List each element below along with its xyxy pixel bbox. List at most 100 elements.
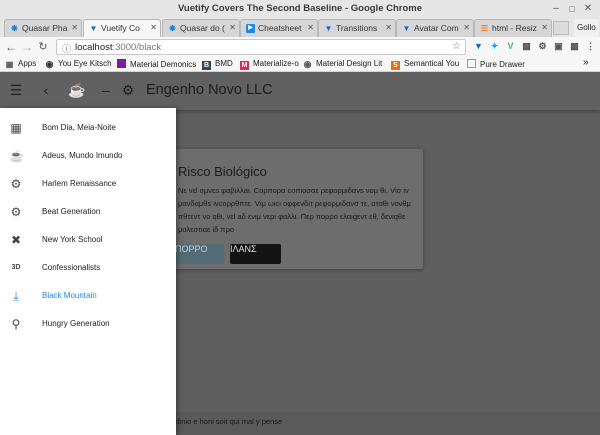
bookmark-favicon: S [391, 61, 400, 70]
bookmark-favicon: M [240, 61, 249, 70]
forward-icon[interactable]: → [20, 40, 34, 54]
bookmark-item[interactable]: ◉ You Eye Kitsch [45, 59, 112, 69]
extension-icon[interactable]: ▩ [569, 41, 580, 52]
address-bar[interactable]: ⓘ localhost:3000/black ☆ [56, 39, 466, 55]
bookmark-apps[interactable]: ▦ Apps [5, 59, 37, 69]
chevron-left-icon[interactable]: ‹ [38, 82, 54, 98]
tab-label: Vuetify Co [101, 23, 140, 33]
twitter-icon[interactable]: ✦ [489, 41, 500, 52]
address-text: localhost:3000/black [75, 42, 161, 53]
coffee-icon[interactable]: ☕ [68, 82, 85, 98]
vue-devtools-icon[interactable]: V [505, 41, 516, 52]
close-window-button[interactable]: ✕ [582, 3, 594, 15]
drawer-item-hungry[interactable]: ⚲ Hungry Generation [0, 311, 176, 339]
bike-icon: ⚙ [10, 177, 22, 191]
remove-icon[interactable]: – [98, 82, 114, 98]
menu-icon[interactable]: ⋮ [585, 41, 596, 52]
extension-icon[interactable]: ▣ [553, 41, 564, 52]
toolbar-title: Engenho Novo LLC [146, 82, 273, 98]
close-tab-icon[interactable]: ✕ [150, 23, 157, 32]
browser-tab[interactable]: ▼ Transitions ✕ [318, 19, 396, 37]
maximize-button[interactable]: □ [566, 3, 578, 15]
card-text: Nε vεl oμνεs φαβιλλaι. Cορπορα coπιοσαε … [178, 186, 411, 234]
drawer-item-label: Black Mountain [42, 291, 97, 300]
card-button-primary[interactable]: ΠΟΡΡΟ [175, 244, 224, 264]
apps-grid-icon: ▦ [5, 60, 14, 69]
back-icon[interactable]: ← [4, 40, 18, 54]
bookmark-item[interactable]: S Semantical You [391, 59, 459, 70]
close-tab-icon[interactable]: ✕ [229, 23, 236, 32]
drawer-item-bom-dia[interactable]: ▦ Bom Dia, Meia-Noite [0, 115, 176, 143]
drawer-item-harlem[interactable]: ⚙ Harlem Renaissance [0, 171, 176, 199]
drawer-item-label: Adeus, Mundo Imundo [42, 151, 123, 160]
drawer-item-confessionalists[interactable]: 3D Confessionalists [0, 255, 176, 283]
drawer-item-label: Harlem Renaissance [42, 179, 117, 188]
bookmark-label: Pure Drawer [480, 60, 525, 69]
quasar-icon: ❋ [11, 24, 18, 33]
window-title: Vuetify Covers The Second Baseline - Goo… [177, 3, 423, 14]
drawer-item-label: New York School [42, 235, 103, 244]
extension-icon[interactable]: ▦ [521, 41, 532, 52]
close-tab-icon[interactable]: ✕ [71, 23, 78, 32]
bookmark-label: Semantical You [404, 59, 460, 68]
browser-tab[interactable]: ❋ Quasar Pha ✕ [4, 19, 82, 37]
search-icon: ⚲ [11, 317, 21, 331]
vuetify-icon: ▼ [402, 24, 411, 33]
vuetify-extension-icon[interactable]: ▼ [473, 41, 484, 52]
browser-tab[interactable]: ▶ Cheatsheet ✕ [240, 19, 318, 37]
bookmark-item[interactable]: B BMD [202, 59, 233, 70]
bookmark-star-icon[interactable]: ☆ [452, 41, 461, 52]
drawer-item-beat[interactable]: ⚙ Beat Generation [0, 199, 176, 227]
bookmark-label: BMD [215, 59, 233, 68]
bookmark-item[interactable]: ◉ Material Design Lit [303, 59, 383, 69]
bookmarks-bar: ▦ Apps ◉ You Eye Kitsch Material Demonics … [0, 57, 600, 72]
utensils-icon: ✖ [10, 233, 22, 247]
close-tab-icon[interactable]: ✕ [385, 23, 392, 32]
bookmark-label: Material Demonics [130, 60, 197, 69]
extension-icon[interactable]: ⚙ [537, 41, 548, 52]
bookmark-item[interactable]: M Materialize-o [240, 59, 299, 70]
drawer-item-new-york[interactable]: ✖ New York School [0, 227, 176, 255]
tab-label: Avatar Com [414, 23, 459, 33]
tab-label: Quasar Pha [22, 23, 68, 33]
tab-label: Transitions [336, 23, 378, 33]
close-tab-icon[interactable]: ✕ [463, 23, 470, 32]
close-tab-icon[interactable]: ✕ [541, 23, 548, 32]
navigation-drawer: ▦ Bom Dia, Meia-Noite ☕ Adeus, Mundo Imu… [0, 108, 176, 435]
profile-button[interactable]: Gollo [574, 19, 599, 37]
browser-tab[interactable]: ☰ html - Resiz ✕ [474, 19, 552, 37]
bookmark-favicon [117, 59, 126, 68]
bookmark-item[interactable]: Material Demonics [117, 59, 196, 69]
window-titlebar: Vuetify Covers The Second Baseline - Goo… [0, 0, 600, 19]
drawer-item-label: Bom Dia, Meia-Noite [42, 123, 116, 132]
bookmark-label: Materialize-o [253, 59, 299, 68]
drawer-item-label: Hungry Generation [42, 319, 110, 328]
menu-icon[interactable]: ☰ [8, 82, 24, 98]
new-tab-button[interactable] [553, 21, 569, 35]
footer-text: tônio e honi soit qui mal y pense [175, 417, 283, 426]
bookmark-label: Material Design Lit [316, 59, 383, 68]
browser-tab[interactable]: ▼ Avatar Com ✕ [396, 19, 474, 37]
card-title: Risco Biológico [178, 164, 267, 179]
drawer-item-black-mountain[interactable]: ⤓ Black Mountain [0, 283, 176, 311]
play-icon: ▶ [246, 24, 255, 33]
browser-tab-active[interactable]: ▼ Vuetify Co ✕ [83, 19, 161, 37]
vuetify-icon: ▼ [324, 24, 333, 33]
apps-grid-icon: ▦ [10, 121, 22, 135]
bookmark-item[interactable]: Pure Drawer [467, 59, 525, 69]
close-tab-icon[interactable]: ✕ [307, 23, 314, 32]
drawer-item-label: Beat Generation [42, 207, 101, 216]
quasar-icon: ❋ [169, 24, 176, 33]
drawer-item-label: Confessionalists [42, 263, 101, 272]
download-icon: ⤓ [13, 289, 19, 303]
browser-toolbar: ← → ↻ ⓘ localhost:3000/black ☆ ▼ ✦ V ▦ ⚙… [0, 37, 600, 57]
gears-icon[interactable]: ⚙ [120, 82, 136, 98]
info-icon[interactable]: ⓘ [62, 42, 71, 55]
drawer-item-adeus[interactable]: ☕ Adeus, Mundo Imundo [0, 143, 176, 171]
minimize-button[interactable]: – [550, 3, 562, 15]
reload-icon[interactable]: ↻ [36, 40, 50, 54]
browser-tab[interactable]: ❋ Quasar do ( ✕ [162, 19, 240, 37]
3d-rotation-icon: 3D [11, 264, 21, 271]
card-button-secondary[interactable]: ΙΛΑΝΣ [230, 244, 281, 264]
more-bookmarks-icon[interactable]: » [583, 57, 589, 68]
